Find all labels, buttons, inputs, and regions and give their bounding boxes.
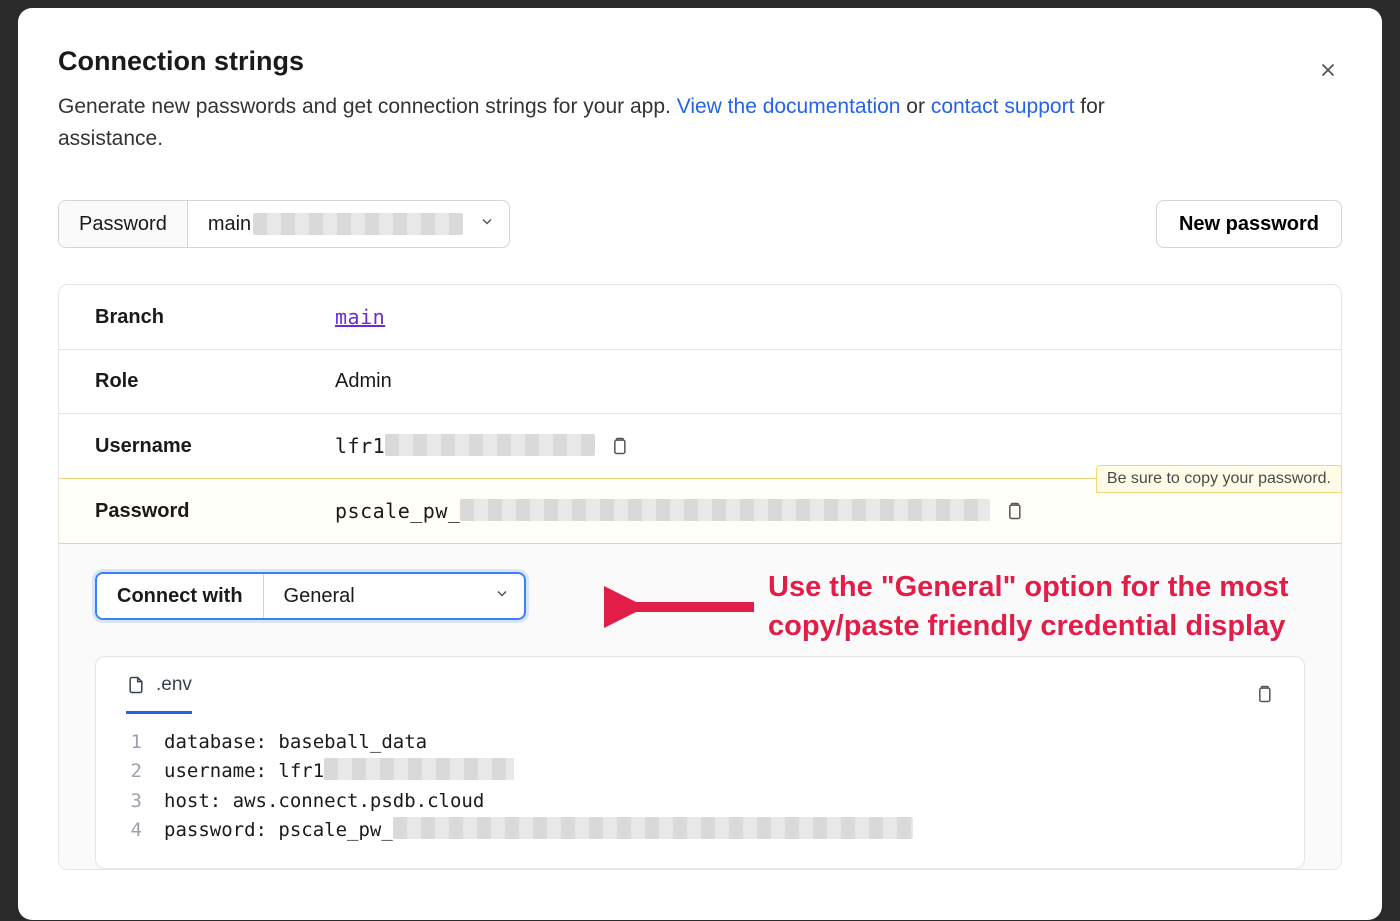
copy-code-button[interactable] xyxy=(1254,683,1274,705)
env-tab-label: .env xyxy=(156,674,192,696)
code-line: 3host: aws.connect.psdb.cloud xyxy=(126,787,1274,816)
redacted-text xyxy=(393,817,913,839)
connect-with-selector[interactable]: Connect with General xyxy=(95,572,526,620)
code-body: 1database: baseball_data 2username: lfr1… xyxy=(96,714,1304,846)
chevron-down-icon xyxy=(494,585,510,608)
password-value-prefix: main xyxy=(208,213,251,236)
connect-section: Connect with General .env xyxy=(59,544,1341,869)
role-value: Admin xyxy=(335,370,1305,393)
branch-row: Branch main xyxy=(59,285,1341,350)
new-password-button[interactable]: New password xyxy=(1156,200,1342,248)
password-selector-value[interactable]: main xyxy=(188,201,509,247)
code-line: 1database: baseball_data xyxy=(126,728,1274,757)
code-line: 4password: pscale_pw_ xyxy=(126,816,1274,845)
file-icon xyxy=(126,673,146,697)
copy-password-button[interactable] xyxy=(1004,500,1024,522)
toolbar: Password main New password xyxy=(58,200,1342,248)
role-row: Role Admin xyxy=(59,350,1341,414)
support-link[interactable]: contact support xyxy=(931,95,1075,118)
clipboard-icon xyxy=(1004,500,1024,522)
docs-link[interactable]: View the documentation xyxy=(677,95,901,118)
chevron-down-icon xyxy=(479,213,495,236)
redacted-text xyxy=(253,213,463,235)
connect-with-label: Connect with xyxy=(97,574,264,618)
username-value: lfr1 xyxy=(335,434,595,458)
connect-with-value[interactable]: General xyxy=(264,574,524,618)
clipboard-icon xyxy=(1254,683,1274,705)
connect-with-value-text: General xyxy=(284,585,355,608)
modal-subtitle: Generate new passwords and get connectio… xyxy=(58,91,1158,154)
password-selector[interactable]: Password main xyxy=(58,200,510,248)
env-tab[interactable]: .env xyxy=(126,673,192,714)
username-label: Username xyxy=(95,435,335,458)
password-selector-label: Password xyxy=(59,201,188,247)
branch-label: Branch xyxy=(95,306,335,329)
password-value: pscale_pw_ xyxy=(335,499,990,523)
connection-strings-modal: Connection strings Generate new password… xyxy=(18,8,1382,920)
copy-username-button[interactable] xyxy=(609,435,629,457)
branch-link[interactable]: main xyxy=(335,305,385,329)
password-row: Be sure to copy your password. Password … xyxy=(59,479,1341,544)
subtitle-text: Generate new passwords and get connectio… xyxy=(58,95,677,118)
role-label: Role xyxy=(95,370,335,393)
redacted-text xyxy=(324,758,514,780)
connection-details: Branch main Role Admin Username lfr1 Be … xyxy=(58,284,1342,870)
close-button[interactable] xyxy=(1314,56,1342,84)
password-label: Password xyxy=(95,500,335,523)
or-text: or xyxy=(900,95,930,118)
modal-title: Connection strings xyxy=(58,46,1342,77)
clipboard-icon xyxy=(609,435,629,457)
code-snippet-card: .env 1database: baseball_data 2username:… xyxy=(95,656,1305,869)
redacted-text xyxy=(460,499,990,521)
copy-password-hint: Be sure to copy your password. xyxy=(1096,465,1342,493)
redacted-text xyxy=(385,434,595,456)
close-icon xyxy=(1317,59,1339,81)
code-line: 2username: lfr1 xyxy=(126,757,1274,786)
